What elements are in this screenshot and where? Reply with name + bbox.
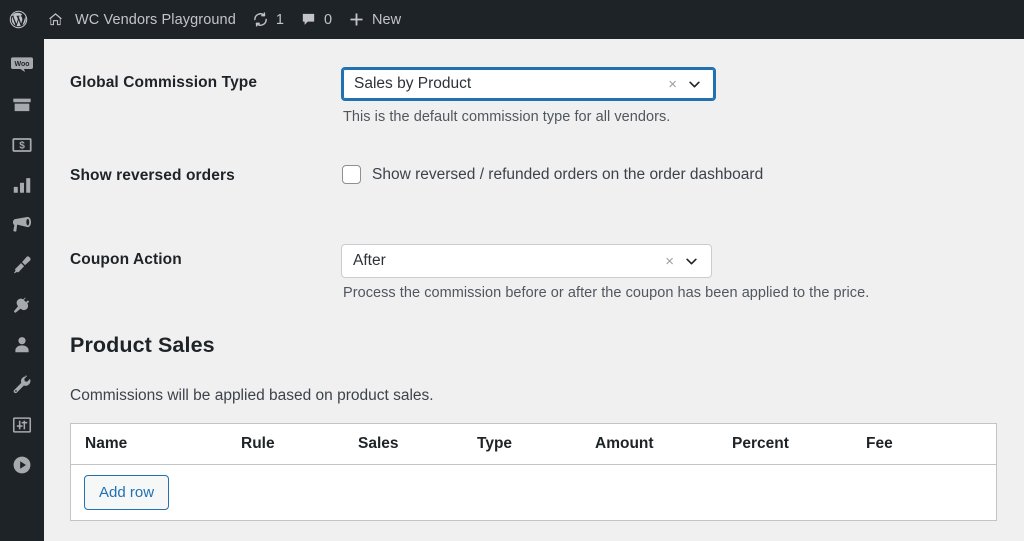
users-person-icon bbox=[11, 334, 33, 361]
payments-icon: $ bbox=[11, 134, 33, 161]
table-header-row: Name Rule Sales Type Amount Percent Fee bbox=[71, 424, 996, 465]
comments-count: 0 bbox=[323, 11, 333, 28]
global-commission-type-label: Global Commission Type bbox=[70, 74, 258, 91]
product-sales-description: Commissions will be applied based on pro… bbox=[70, 387, 434, 404]
home-icon bbox=[47, 11, 64, 28]
comments-icon bbox=[300, 11, 317, 28]
global-commission-type-value: Sales by Product bbox=[354, 75, 472, 92]
updates-button[interactable]: 1 bbox=[244, 0, 292, 39]
coupon-action-select[interactable]: After × bbox=[341, 244, 712, 278]
admin-bar: WC Vendors Playground 1 0 New bbox=[0, 0, 1024, 39]
woocommerce-icon: Woo bbox=[10, 53, 34, 82]
tools-wrench-icon bbox=[11, 374, 33, 401]
svg-text:$: $ bbox=[19, 140, 25, 151]
sidebar-item-products[interactable] bbox=[0, 87, 44, 127]
column-header-rule: Rule bbox=[241, 435, 275, 452]
sidebar-item-marketing[interactable] bbox=[0, 207, 44, 247]
show-reversed-orders-control[interactable]: Show reversed / refunded orders on the o… bbox=[342, 165, 763, 184]
coupon-action-control: After × bbox=[341, 244, 712, 278]
plus-icon bbox=[348, 11, 365, 28]
new-content-button[interactable]: New bbox=[340, 0, 409, 39]
coupon-action-help: Process the commission before or after t… bbox=[343, 285, 870, 301]
svg-text:Woo: Woo bbox=[14, 61, 29, 68]
site-name-button[interactable]: WC Vendors Playground bbox=[39, 0, 244, 39]
sidebar-item-appearance[interactable] bbox=[0, 247, 44, 287]
plugins-plug-icon bbox=[11, 294, 33, 321]
clear-x-icon[interactable]: × bbox=[663, 254, 676, 269]
product-sales-heading: Product Sales bbox=[70, 333, 215, 357]
column-header-fee: Fee bbox=[866, 435, 893, 452]
column-header-sales: Sales bbox=[358, 435, 399, 452]
column-header-amount: Amount bbox=[595, 435, 654, 452]
products-box-icon bbox=[11, 94, 33, 121]
sidebar-item-plugins[interactable] bbox=[0, 287, 44, 327]
wordpress-logo-button[interactable] bbox=[0, 0, 39, 39]
product-sales-table: Name Rule Sales Type Amount Percent Fee … bbox=[70, 423, 997, 521]
wordpress-logo-icon bbox=[8, 9, 29, 30]
site-name-label: WC Vendors Playground bbox=[75, 11, 236, 28]
media-play-icon bbox=[11, 454, 33, 481]
analytics-bar-chart-icon bbox=[11, 174, 33, 201]
settings-content-area: Global Commission Type Sales by Product … bbox=[44, 39, 1024, 541]
global-commission-type-help: This is the default commission type for … bbox=[343, 109, 671, 125]
sidebar-item-woocommerce[interactable]: Woo bbox=[0, 47, 44, 87]
column-header-percent: Percent bbox=[732, 435, 789, 452]
marketing-megaphone-icon bbox=[11, 213, 34, 241]
sidebar-item-analytics[interactable] bbox=[0, 167, 44, 207]
global-commission-type-select[interactable]: Sales by Product × bbox=[341, 67, 716, 101]
sidebar-item-users[interactable] bbox=[0, 327, 44, 367]
sidebar-item-payments[interactable]: $ bbox=[0, 127, 44, 167]
column-header-type: Type bbox=[477, 435, 513, 452]
appearance-brush-icon bbox=[11, 254, 33, 281]
sidebar-item-settings[interactable] bbox=[0, 407, 44, 447]
comments-button[interactable]: 0 bbox=[292, 0, 340, 39]
updates-count: 1 bbox=[275, 11, 284, 28]
column-header-name: Name bbox=[85, 435, 128, 452]
updates-icon bbox=[252, 11, 269, 28]
settings-sliders-icon bbox=[11, 414, 33, 441]
sidebar-item-tools[interactable] bbox=[0, 367, 44, 407]
coupon-action-value: After bbox=[353, 252, 386, 269]
sidebar-item-media[interactable] bbox=[0, 447, 44, 487]
table-body: Add row bbox=[71, 465, 996, 520]
add-row-button[interactable]: Add row bbox=[84, 475, 170, 510]
show-reversed-orders-checkbox-label: Show reversed / refunded orders on the o… bbox=[372, 165, 764, 183]
new-content-label: New bbox=[372, 11, 402, 28]
admin-sidebar-menu: Woo $ bbox=[0, 39, 44, 541]
chevron-down-icon[interactable] bbox=[687, 77, 702, 92]
show-reversed-orders-checkbox[interactable] bbox=[342, 165, 361, 184]
global-commission-type-control: Sales by Product × bbox=[341, 67, 716, 101]
chevron-down-icon[interactable] bbox=[684, 254, 699, 269]
menu-spacer bbox=[0, 39, 44, 47]
show-reversed-orders-label: Show reversed orders bbox=[70, 167, 235, 184]
clear-x-icon[interactable]: × bbox=[666, 77, 679, 92]
coupon-action-label: Coupon Action bbox=[70, 251, 182, 268]
